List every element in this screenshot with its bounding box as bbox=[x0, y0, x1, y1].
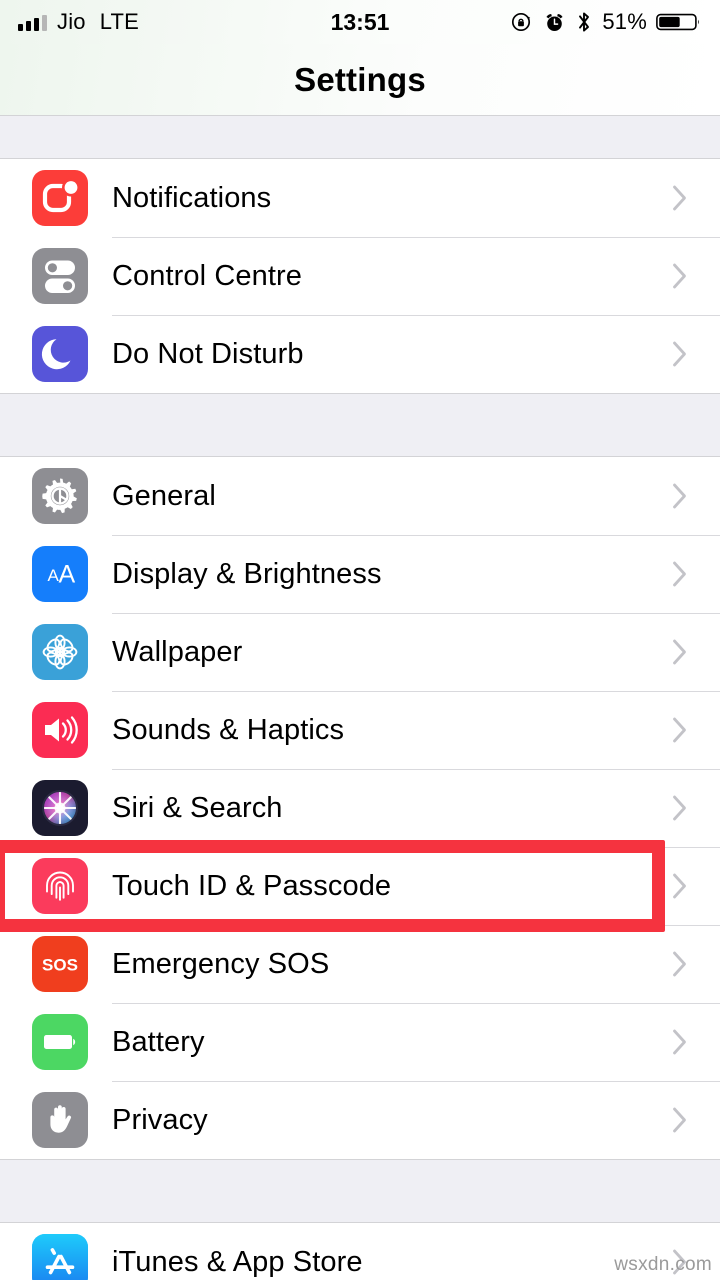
chevron-right-icon bbox=[672, 716, 688, 744]
chevron-right-icon bbox=[672, 1028, 688, 1056]
settings-row-label: Do Not Disturb bbox=[112, 337, 304, 370]
settings-row[interactable]: Privacy bbox=[0, 1081, 720, 1159]
chevron-right-icon bbox=[672, 560, 688, 588]
carrier-label: Jio bbox=[57, 9, 86, 34]
alarm-clock-icon bbox=[543, 11, 566, 34]
hand-icon bbox=[32, 1092, 88, 1148]
settings-row-label: General bbox=[112, 479, 216, 512]
battery-percent-label: 51% bbox=[602, 9, 647, 34]
battery-icon bbox=[656, 10, 702, 34]
settings-row-label: Siri & Search bbox=[112, 791, 283, 824]
control-centre-icon bbox=[32, 248, 88, 304]
settings-row[interactable]: Siri & Search bbox=[0, 769, 720, 847]
page-title: Settings bbox=[294, 60, 426, 98]
battery-icon bbox=[32, 1014, 88, 1070]
svg-text:SOS: SOS bbox=[42, 956, 78, 975]
settings-row-label: Battery bbox=[112, 1025, 205, 1058]
settings-row-label: Wallpaper bbox=[112, 635, 243, 668]
chevron-right-icon bbox=[672, 184, 688, 212]
list-top-spacer bbox=[0, 116, 720, 158]
fingerprint-icon bbox=[32, 858, 88, 914]
settings-row-label: Emergency SOS bbox=[112, 947, 330, 980]
group-spacer bbox=[0, 1160, 720, 1222]
settings-row[interactable]: Sounds & Haptics bbox=[0, 691, 720, 769]
settings-row[interactable]: Touch ID & Passcode bbox=[0, 847, 720, 925]
display-aa-icon: A A bbox=[32, 546, 88, 602]
settings-group: Notifications Control Centre Do Not Dist… bbox=[0, 158, 720, 394]
wallpaper-flower-icon bbox=[32, 624, 88, 680]
settings-list[interactable]: Notifications Control Centre Do Not Dist… bbox=[0, 116, 720, 1280]
settings-row[interactable]: Battery bbox=[0, 1003, 720, 1081]
settings-row[interactable]: General bbox=[0, 457, 720, 535]
svg-text:A: A bbox=[59, 561, 76, 589]
settings-row[interactable]: Control Centre bbox=[0, 237, 720, 315]
app-store-icon bbox=[32, 1234, 88, 1280]
settings-row[interactable]: iTunes & App Store bbox=[0, 1223, 720, 1280]
speaker-icon bbox=[32, 702, 88, 758]
do-not-disturb-icon bbox=[32, 326, 88, 382]
watermark: wsxdn.com bbox=[614, 1254, 712, 1275]
settings-row-label: Control Centre bbox=[112, 259, 302, 292]
status-bar: Jio LTE 13:51 51% bbox=[0, 0, 720, 44]
settings-row[interactable]: Do Not Disturb bbox=[0, 315, 720, 393]
siri-orb-icon bbox=[32, 780, 88, 836]
group-spacer bbox=[0, 394, 720, 456]
settings-row[interactable]: SOS Emergency SOS bbox=[0, 925, 720, 1003]
network-type-label: LTE bbox=[99, 9, 140, 34]
gear-icon bbox=[32, 468, 88, 524]
settings-row[interactable]: A A Display & Brightness bbox=[0, 535, 720, 613]
chevron-right-icon bbox=[672, 794, 688, 822]
notifications-icon bbox=[32, 170, 88, 226]
chevron-right-icon bbox=[672, 872, 688, 900]
settings-row-label: Touch ID & Passcode bbox=[112, 869, 392, 902]
bluetooth-icon bbox=[575, 10, 593, 34]
nav-bar: Settings bbox=[0, 44, 720, 116]
settings-group: iTunes & App Store bbox=[0, 1222, 720, 1280]
chevron-right-icon bbox=[672, 1106, 688, 1134]
sos-icon: SOS bbox=[32, 936, 88, 992]
settings-row-label: Privacy bbox=[112, 1103, 208, 1136]
settings-row-label: iTunes & App Store bbox=[112, 1245, 363, 1278]
chevron-right-icon bbox=[672, 482, 688, 510]
settings-group: General A A Display & Brightness Wallpap… bbox=[0, 456, 720, 1160]
status-bar-right: 51% bbox=[510, 9, 702, 35]
chevron-right-icon bbox=[672, 262, 688, 290]
chevron-right-icon bbox=[672, 340, 688, 368]
settings-row-label: Display & Brightness bbox=[112, 557, 382, 590]
settings-row-label: Notifications bbox=[112, 181, 272, 214]
chevron-right-icon bbox=[672, 638, 688, 666]
settings-row[interactable]: Notifications bbox=[0, 159, 720, 237]
rotation-lock-icon bbox=[510, 10, 534, 34]
settings-row[interactable]: Wallpaper bbox=[0, 613, 720, 691]
settings-row-label: Sounds & Haptics bbox=[112, 713, 345, 746]
chevron-right-icon bbox=[672, 950, 688, 978]
signal-bars-icon bbox=[18, 14, 47, 31]
status-bar-left: Jio LTE bbox=[18, 9, 139, 35]
